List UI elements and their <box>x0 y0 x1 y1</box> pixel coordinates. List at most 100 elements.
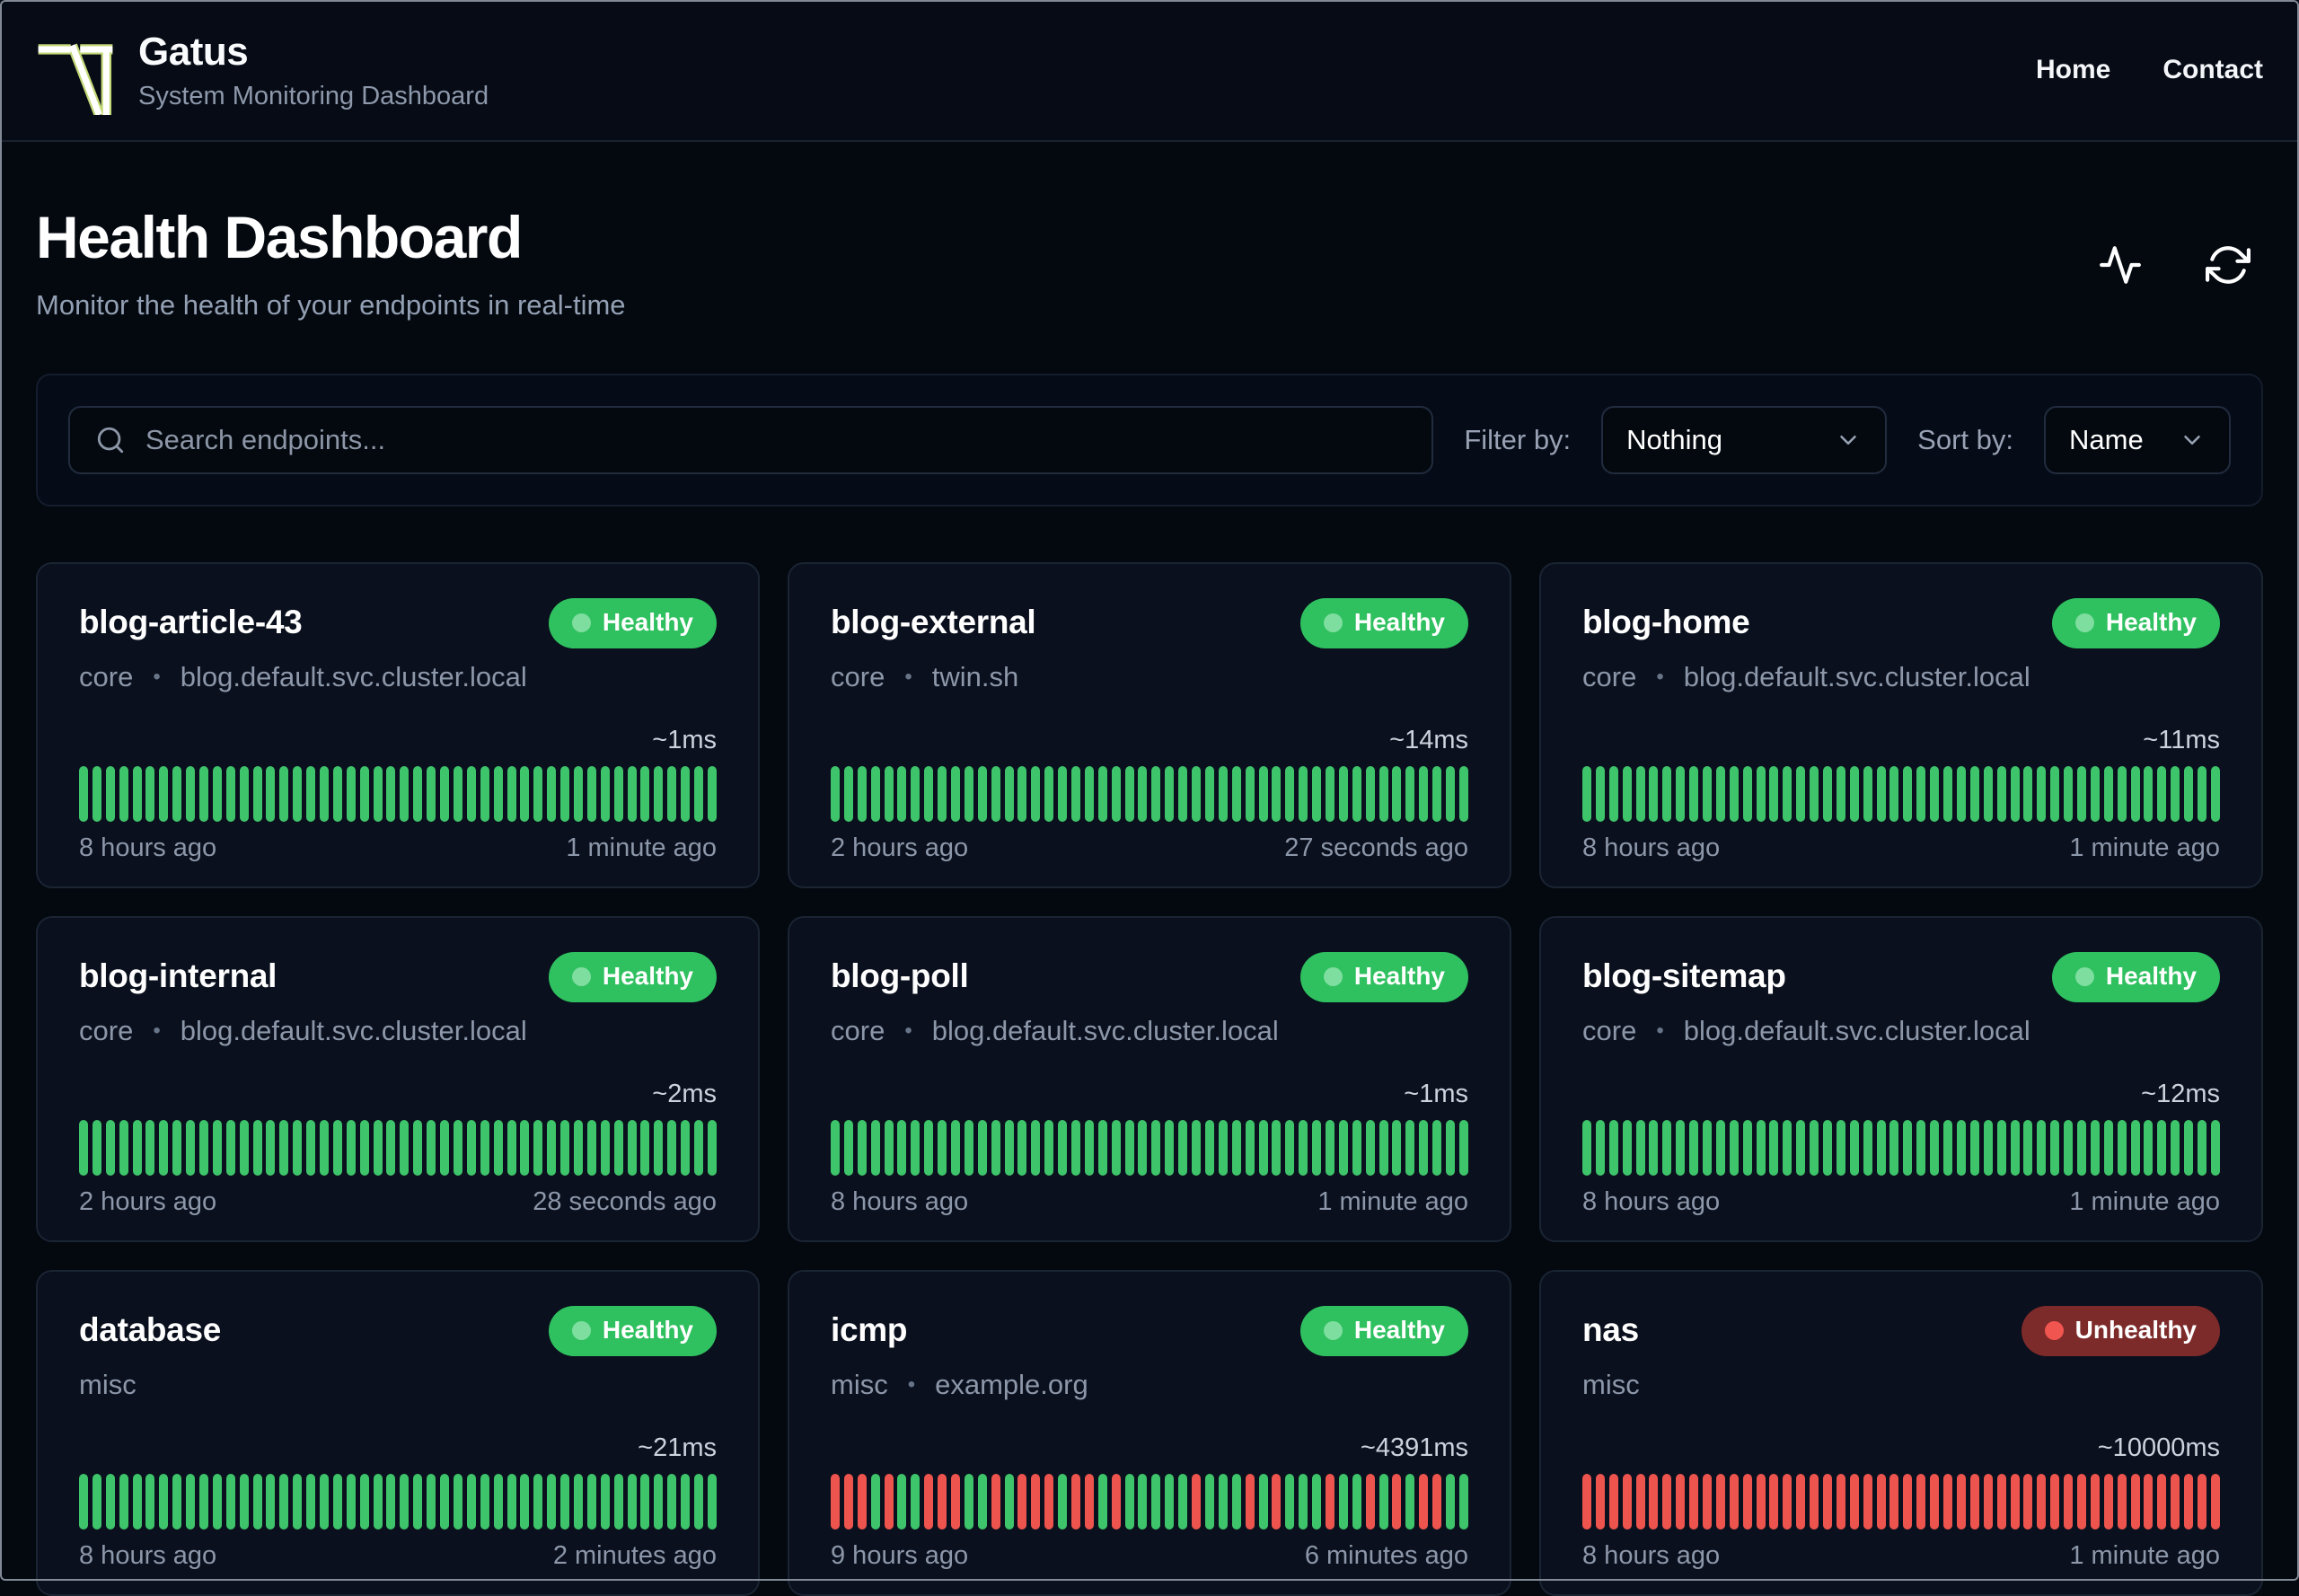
uptime-bar[interactable] <box>1272 1474 1282 1530</box>
uptime-bar[interactable] <box>1943 1120 1953 1176</box>
uptime-bar[interactable] <box>1218 1474 1228 1530</box>
uptime-bar[interactable] <box>1943 766 1953 822</box>
uptime-bar[interactable] <box>1608 1120 1618 1176</box>
endpoint-card[interactable]: icmp Healthy misc • example.org ~4391ms … <box>788 1270 1511 1596</box>
uptime-bar[interactable] <box>79 766 88 822</box>
uptime-bar[interactable] <box>1635 1474 1645 1530</box>
uptime-bar[interactable] <box>1258 1474 1268 1530</box>
uptime-bar[interactable] <box>1863 1120 1872 1176</box>
uptime-bar[interactable] <box>2157 1474 2167 1530</box>
uptime-bar[interactable] <box>1903 766 1913 822</box>
uptime-bar[interactable] <box>186 1474 196 1530</box>
uptime-bar[interactable] <box>413 1474 423 1530</box>
uptime-bar[interactable] <box>533 766 543 822</box>
uptime-bar[interactable] <box>79 1120 88 1176</box>
uptime-bar[interactable] <box>1071 1474 1081 1530</box>
uptime-bar[interactable] <box>2103 766 2113 822</box>
uptime-bar[interactable] <box>172 1120 182 1176</box>
uptime-bar[interactable] <box>1004 1120 1014 1176</box>
uptime-bar[interactable] <box>1703 1120 1713 1176</box>
uptime-bar[interactable] <box>1285 1474 1295 1530</box>
uptime-bar[interactable] <box>964 1120 973 1176</box>
uptime-bar[interactable] <box>843 766 853 822</box>
uptime-bar[interactable] <box>266 1474 276 1530</box>
search-input[interactable] <box>145 424 1407 456</box>
uptime-bar[interactable] <box>1943 1474 1953 1530</box>
uptime-bar[interactable] <box>573 1120 583 1176</box>
uptime-bar[interactable] <box>884 766 894 822</box>
uptime-bar[interactable] <box>2130 1474 2140 1530</box>
uptime-bar[interactable] <box>92 1474 101 1530</box>
uptime-bar[interactable] <box>373 766 383 822</box>
uptime-bar[interactable] <box>897 1474 907 1530</box>
uptime-bar[interactable] <box>1044 766 1054 822</box>
uptime-bar[interactable] <box>212 1474 222 1530</box>
uptime-bar[interactable] <box>1325 1474 1334 1530</box>
uptime-bar[interactable] <box>1405 1474 1415 1530</box>
uptime-bar[interactable] <box>1325 766 1334 822</box>
uptime-bar[interactable] <box>2010 1474 2020 1530</box>
uptime-bar[interactable] <box>252 1120 262 1176</box>
uptime-bar[interactable] <box>346 1120 356 1176</box>
uptime-bar[interactable] <box>1810 766 1819 822</box>
uptime-bar[interactable] <box>440 766 450 822</box>
uptime-bar[interactable] <box>1392 766 1402 822</box>
uptime-bar[interactable] <box>145 1120 155 1176</box>
nav-link-contact[interactable]: Contact <box>2162 55 2263 85</box>
endpoint-card[interactable]: blog-sitemap Healthy core • blog.default… <box>1539 916 2263 1242</box>
uptime-bar[interactable] <box>1124 1120 1134 1176</box>
uptime-bar[interactable] <box>1272 766 1282 822</box>
uptime-bar[interactable] <box>1365 1474 1375 1530</box>
uptime-bar[interactable] <box>1258 1120 1268 1176</box>
uptime-bar[interactable] <box>386 766 396 822</box>
uptime-bar[interactable] <box>1379 766 1388 822</box>
uptime-bar[interactable] <box>1769 1474 1779 1530</box>
uptime-bar[interactable] <box>105 766 115 822</box>
uptime-bar[interactable] <box>306 1120 316 1176</box>
uptime-bar[interactable] <box>1432 1120 1442 1176</box>
uptime-bar[interactable] <box>2090 1474 2100 1530</box>
uptime-bar[interactable] <box>924 1474 934 1530</box>
uptime-bar[interactable] <box>1338 766 1348 822</box>
uptime-bar[interactable] <box>413 1120 423 1176</box>
uptime-bar[interactable] <box>2184 1120 2194 1176</box>
uptime-bar[interactable] <box>693 1120 703 1176</box>
uptime-bar[interactable] <box>1017 766 1027 822</box>
uptime-bar[interactable] <box>843 1474 853 1530</box>
uptime-bar[interactable] <box>1969 1120 1979 1176</box>
nav-link-home[interactable]: Home <box>2036 55 2110 85</box>
uptime-bar[interactable] <box>2023 766 2033 822</box>
uptime-bar[interactable] <box>951 1474 961 1530</box>
uptime-bar[interactable] <box>1836 766 1845 822</box>
uptime-bar[interactable] <box>119 1474 128 1530</box>
uptime-bar[interactable] <box>613 766 623 822</box>
uptime-bar[interactable] <box>427 766 436 822</box>
uptime-bar[interactable] <box>2076 1120 2086 1176</box>
uptime-bar[interactable] <box>560 766 570 822</box>
uptime-bar[interactable] <box>2210 1120 2220 1176</box>
uptime-bar[interactable] <box>1445 766 1455 822</box>
uptime-bar[interactable] <box>977 766 987 822</box>
uptime-bar[interactable] <box>857 766 867 822</box>
uptime-bar[interactable] <box>681 766 691 822</box>
uptime-bar[interactable] <box>654 766 664 822</box>
uptime-bar[interactable] <box>1245 1120 1255 1176</box>
uptime-bar[interactable] <box>1595 1120 1605 1176</box>
uptime-bar[interactable] <box>831 1120 840 1176</box>
uptime-bar[interactable] <box>600 1474 610 1530</box>
uptime-bar[interactable] <box>506 766 516 822</box>
uptime-bar[interactable] <box>964 766 973 822</box>
uptime-bar[interactable] <box>1151 1120 1161 1176</box>
uptime-bar[interactable] <box>1352 1120 1361 1176</box>
uptime-bar[interactable] <box>1031 766 1041 822</box>
uptime-bar[interactable] <box>1876 766 1886 822</box>
uptime-bar[interactable] <box>1903 1474 1913 1530</box>
uptime-bar[interactable] <box>1111 766 1121 822</box>
uptime-bar[interactable] <box>1285 766 1295 822</box>
uptime-bar[interactable] <box>1930 766 1940 822</box>
uptime-bar[interactable] <box>1111 1474 1121 1530</box>
uptime-bar[interactable] <box>2064 1474 2074 1530</box>
uptime-bar[interactable] <box>1204 1474 1214 1530</box>
uptime-bar[interactable] <box>586 1120 596 1176</box>
uptime-bar[interactable] <box>293 1120 303 1176</box>
